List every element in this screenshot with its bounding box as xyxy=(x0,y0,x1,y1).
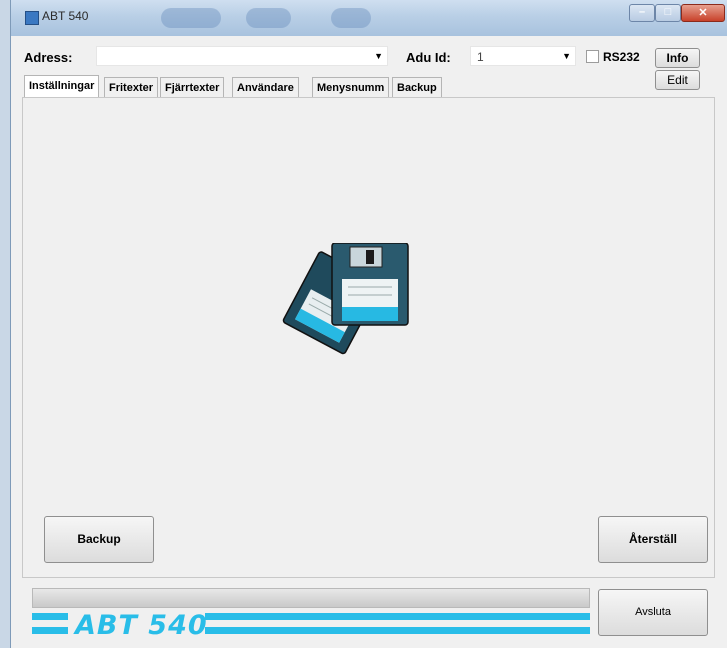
address-combobox[interactable]: ▼ xyxy=(96,46,388,66)
title-bar[interactable]: ABT 540 – □ ✕ xyxy=(11,0,727,36)
adu-id-combobox[interactable]: 1 ▼ xyxy=(470,46,576,66)
rs232-label: RS232 xyxy=(603,50,640,64)
tab-installningar[interactable]: Inställningar xyxy=(24,75,100,97)
info-button[interactable]: Info xyxy=(655,48,700,68)
reset-button[interactable]: Återställ xyxy=(598,516,708,563)
titlebar-decoration xyxy=(331,8,371,28)
chevron-down-icon[interactable]: ▼ xyxy=(374,51,383,61)
minimize-button[interactable]: – xyxy=(629,4,655,22)
abt-logo: ABT 540 xyxy=(75,610,208,641)
address-label: Adress: xyxy=(24,50,73,65)
tab-menysnumm[interactable]: Menysnumm xyxy=(312,77,390,97)
app-icon xyxy=(25,11,39,25)
logo-stripe xyxy=(32,627,68,634)
titlebar-decoration xyxy=(246,8,291,28)
rs232-checkbox[interactable] xyxy=(586,50,599,63)
tab-backup[interactable]: Backup xyxy=(392,77,442,97)
logo-stripe xyxy=(205,627,590,634)
maximize-icon: □ xyxy=(664,6,672,18)
adu-id-label: Adu Id: xyxy=(406,50,451,65)
tab-anvandare[interactable]: Användare xyxy=(232,77,299,97)
logo-stripe xyxy=(32,613,68,620)
minimize-icon: – xyxy=(638,6,646,18)
close-icon: ✕ xyxy=(698,7,708,19)
edit-button[interactable]: Edit xyxy=(655,70,700,90)
tab-fjarrtexter[interactable]: Fjärrtexter xyxy=(160,77,225,97)
maximize-button[interactable]: □ xyxy=(655,4,681,22)
logo-stripe xyxy=(205,613,590,620)
exit-button[interactable]: Avsluta xyxy=(598,589,708,636)
progress-bar xyxy=(32,588,590,608)
close-button[interactable]: ✕ xyxy=(681,4,725,22)
chevron-down-icon[interactable]: ▼ xyxy=(562,51,571,61)
backup-button[interactable]: Backup xyxy=(44,516,154,563)
adu-id-value: 1 xyxy=(477,50,484,64)
tab-fritexter[interactable]: Fritexter xyxy=(104,77,159,97)
titlebar-decoration xyxy=(161,8,221,28)
floppy-disks-icon xyxy=(268,242,418,358)
window-title: ABT 540 xyxy=(42,9,89,23)
